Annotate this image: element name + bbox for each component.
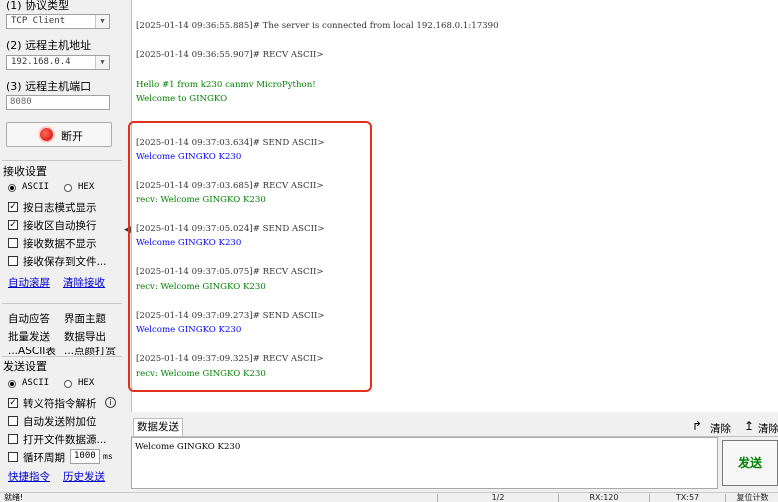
history-link[interactable]: 历史发送 [63, 469, 105, 484]
cycle-label: 循环周期 [23, 452, 65, 464]
tip-button[interactable]: ...点颜打赏 [64, 347, 116, 355]
shortcut-link[interactable]: 快捷指令 [8, 469, 50, 484]
send-ascii-radio[interactable] [8, 380, 16, 388]
recv-ascii-label: ASCII [22, 182, 50, 192]
cycle-checkbox[interactable] [8, 452, 18, 462]
send-settings-divider [2, 356, 122, 357]
log-mode-checkbox[interactable]: ✓ [8, 202, 18, 212]
remote-port-label: (3) 远程主机端口 [6, 80, 92, 93]
theme-button[interactable]: 界面主题 [64, 311, 106, 326]
recv-hex-label: HEX [78, 182, 95, 192]
clear-arrow-icon: ↱ [692, 419, 703, 433]
export-button[interactable]: 数据导出 [64, 329, 106, 344]
protocol-label: (1) 协议类型 [6, 0, 70, 12]
log-message: Hello #1 from k230 canmv MicroPython! [136, 80, 316, 90]
auto-wrap-label: 接收区自动换行 [23, 220, 97, 232]
highlight-box [128, 121, 372, 392]
disconnect-label: 断开 [61, 130, 83, 143]
auto-wrap-checkbox[interactable]: ✓ [8, 220, 18, 230]
log-mode-label: 按日志模式显示 [23, 202, 97, 214]
clear-all-button-clip: 清除 [758, 421, 778, 436]
escape-parse-label: 转义符指令解析 [23, 398, 97, 410]
receive-settings-divider [2, 160, 122, 161]
log-timestamp: [2025-01-14 09:36:55.885]# The server is… [136, 21, 499, 31]
info-icon[interactable]: i [105, 397, 116, 408]
send-ascii-label: ASCII [22, 378, 50, 388]
clear-all-button[interactable]: 清除 [758, 423, 778, 435]
receive-settings-title: 接收设置 [3, 165, 47, 178]
auto-scroll-link[interactable]: 自动滚屏 [8, 275, 50, 290]
remote-port-input[interactable]: 8080 [6, 95, 110, 110]
auto-reply-button[interactable]: 自动应答 [8, 311, 50, 326]
cycle-unit: ms [103, 452, 113, 461]
recv-hex-radio[interactable] [64, 184, 72, 192]
send-tabbar [131, 417, 778, 437]
cycle-period-input[interactable]: 1000 [70, 449, 100, 464]
status-led-icon [40, 128, 53, 141]
tab-data-send[interactable]: 数据发送 [133, 418, 183, 436]
protocol-select[interactable]: TCP Client ▼ [6, 14, 110, 29]
clear-send-button[interactable]: 清除 [710, 421, 731, 436]
send-hex-radio[interactable] [64, 380, 72, 388]
send-hex-label: HEX [78, 378, 95, 388]
append-checkbox[interactable] [8, 416, 18, 426]
log-message: Welcome to GINGKO [136, 94, 228, 104]
hide-recv-label: 接收数据不显示 [23, 238, 97, 250]
recv-ascii-radio[interactable] [8, 184, 16, 192]
save-to-file-label: 接收保存到文件... [23, 256, 107, 268]
append-label: 自动发送附加位 [23, 416, 97, 428]
ascii-table-button[interactable]: ...ASCII表 [8, 347, 56, 355]
batch-send-button[interactable]: 批量发送 [8, 329, 50, 344]
clear-recv-link[interactable]: 清除接收 [63, 275, 105, 290]
chevron-down-icon: ▼ [95, 56, 109, 69]
clear-up-icon: ↥ [744, 419, 755, 433]
chevron-down-icon: ▼ [95, 15, 109, 28]
hide-recv-checkbox[interactable] [8, 238, 18, 248]
send-content: Welcome GINGKO K230 [135, 442, 241, 452]
log-timestamp: [2025-01-14 09:36:55.907]# RECV ASCII> [136, 50, 324, 60]
escape-parse-checkbox[interactable]: ✓ [8, 398, 18, 408]
save-to-file-checkbox[interactable] [8, 256, 18, 266]
send-button[interactable]: 发送 [722, 440, 778, 486]
remote-host-input[interactable]: 192.168.0.4 ▼ [6, 55, 110, 70]
send-input[interactable]: Welcome GINGKO K230 [131, 437, 718, 489]
tools-overflow: ...ASCII表 ...点颜打赏 [0, 347, 124, 355]
file-source-label: 打开文件数据源... [23, 434, 107, 446]
protocol-value: TCP Client [11, 16, 66, 26]
tools-divider [2, 303, 122, 304]
remote-host-label: (2) 远程主机地址 [6, 39, 92, 52]
remote-host-value: 192.168.0.4 [11, 57, 71, 67]
disconnect-button[interactable]: 断开 [6, 122, 112, 147]
file-source-checkbox[interactable] [8, 434, 18, 444]
send-settings-title: 发送设置 [3, 360, 47, 373]
settings-panel: (1) 协议类型 TCP Client ▼ (2) 远程主机地址 192.168… [0, 0, 124, 501]
